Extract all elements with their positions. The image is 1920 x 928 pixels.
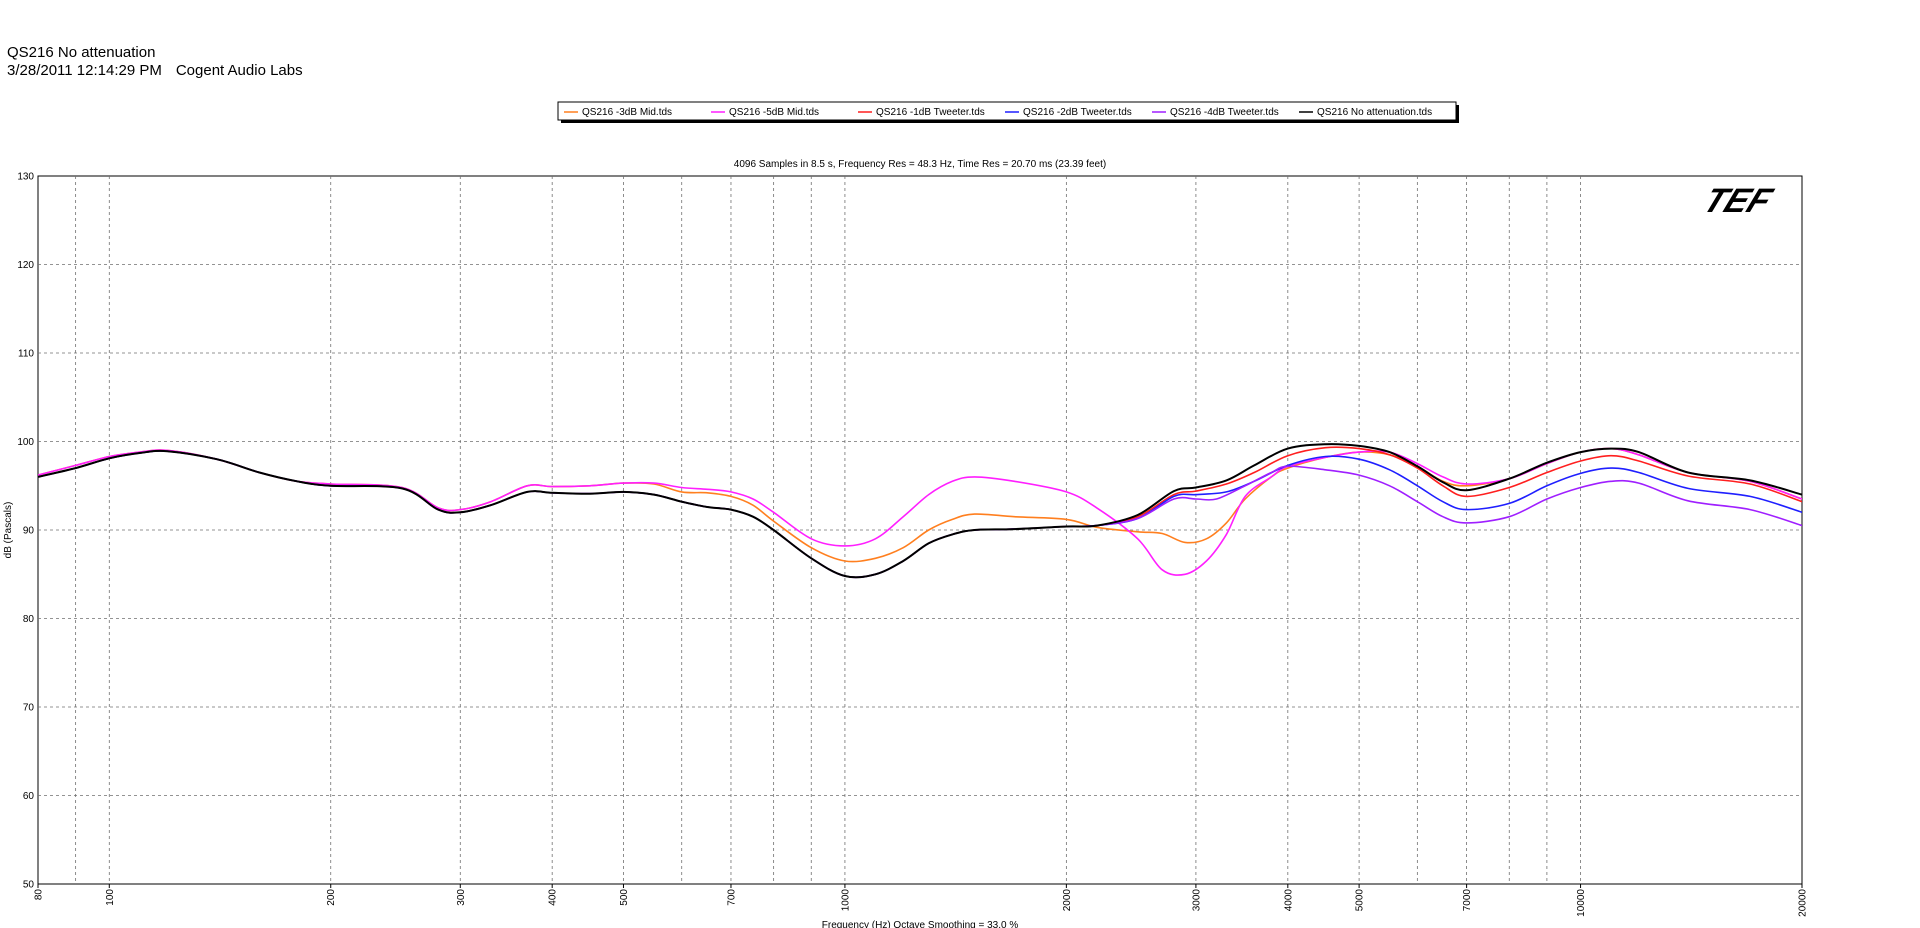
x-tick-label: 7000 (1462, 889, 1473, 912)
legend-label: QS216 No attenuation.tds (1317, 107, 1432, 118)
x-tick-label: 2000 (1062, 889, 1073, 912)
y-tick-label: 100 (17, 437, 34, 448)
y-tick-label: 50 (23, 880, 35, 891)
y-tick-label: 130 (17, 172, 34, 183)
y-tick-label: 70 (23, 703, 35, 714)
legend-label: QS216 -2dB Tweeter.tds (1023, 107, 1132, 118)
legend-label: QS216 -3dB Mid.tds (582, 107, 672, 118)
x-tick-label: 300 (456, 889, 467, 906)
x-tick-label: 500 (619, 889, 630, 906)
y-tick-label: 60 (23, 791, 35, 802)
x-tick-label: 80 (34, 889, 45, 901)
x-tick-label: 5000 (1355, 889, 1366, 912)
y-tick-label: 80 (23, 614, 35, 625)
x-tick-label: 4000 (1283, 889, 1294, 912)
x-tick-label: 1000 (840, 889, 851, 912)
x-tick-label: 3000 (1191, 889, 1202, 912)
frequency-response-chart: QS216 -3dB Mid.tds QS216 -5dB Mid.tds QS21… (3, 101, 1809, 928)
x-tick-label: 10000 (1576, 889, 1587, 917)
chart-title: 4096 Samples in 8.5 s, Frequency Res = 4… (734, 159, 1106, 170)
x-tick-label: 400 (548, 889, 559, 906)
x-tick-label: 700 (726, 889, 737, 906)
y-tick-label: 120 (17, 260, 34, 271)
y-axis-label: dB (Pascals) (3, 502, 14, 559)
x-axis-label: Frequency (Hz) Octave Smoothing = 33.0 % (822, 920, 1019, 928)
legend: QS216 -3dB Mid.tds QS216 -5dB Mid.tds QS21… (557, 101, 1459, 123)
legend-label: QS216 -1dB Tweeter.tds (876, 107, 985, 118)
legend-label: QS216 -5dB Mid.tds (729, 107, 819, 118)
legend-label: QS216 -4dB Tweeter.tds (1170, 107, 1279, 118)
y-tick-label: 110 (18, 349, 34, 360)
x-tick-label: 200 (326, 889, 337, 906)
x-tick-label: 100 (105, 889, 116, 906)
y-tick-label: 90 (23, 526, 35, 537)
x-tick-label: 20000 (1798, 889, 1809, 917)
